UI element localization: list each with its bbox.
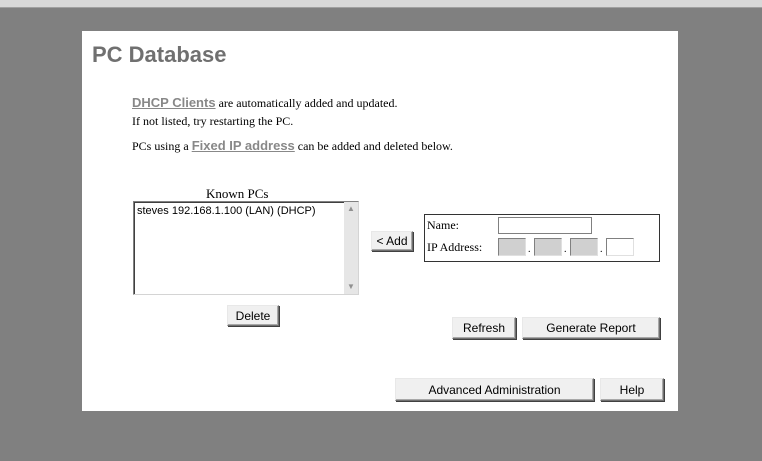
ip-octet-2-field[interactable]	[534, 238, 562, 256]
generate-report-button[interactable]: Generate Report	[522, 317, 660, 339]
refresh-button[interactable]: Refresh	[452, 317, 516, 339]
add-pc-form: Name: IP Address: . . .	[424, 214, 660, 262]
not-listed-text: If not listed, try restarting the PC.	[132, 114, 294, 128]
name-label: Name:	[427, 218, 459, 232]
ip-dot: .	[600, 244, 603, 255]
dhcp-info-text: are automatically added and updated.	[215, 96, 398, 110]
fixed-ip-address-link[interactable]: Fixed IP address	[192, 138, 295, 153]
list-item[interactable]: steves 192.168.1.100 (LAN) (DHCP)	[137, 205, 316, 217]
delete-button[interactable]: Delete	[227, 305, 279, 326]
ip-dot: .	[528, 244, 531, 255]
fixed-ip-suffix: can be added and deleted below.	[294, 139, 453, 153]
page-title: PC Database	[92, 42, 227, 67]
name-field[interactable]	[498, 217, 592, 234]
fixed-ip-line: PCs using a Fixed IP address can be adde…	[132, 138, 453, 154]
known-pcs-label: Known PCs	[206, 186, 269, 201]
scroll-down-icon[interactable]: ▼	[345, 281, 357, 293]
dhcp-clients-link[interactable]: DHCP Clients	[132, 95, 216, 110]
ip-dot: .	[564, 244, 567, 255]
dhcp-info-line: DHCP Clients are automatically added and…	[132, 95, 397, 111]
browser-toolbar-strip	[0, 0, 762, 8]
listbox-scrollbar[interactable]: ▲ ▼	[344, 202, 358, 294]
known-pcs-listbox[interactable]: steves 192.168.1.100 (LAN) (DHCP) ▲ ▼	[133, 201, 359, 295]
scroll-up-icon[interactable]: ▲	[345, 203, 357, 215]
ip-octet-3-field[interactable]	[570, 238, 598, 256]
add-button[interactable]: < Add	[371, 231, 413, 251]
ip-octet-4-field[interactable]	[606, 238, 634, 256]
help-button[interactable]: Help	[600, 378, 664, 401]
ip-octet-1-field[interactable]	[498, 238, 526, 256]
ip-address-label: IP Address:	[427, 240, 483, 254]
advanced-administration-button[interactable]: Advanced Administration	[395, 378, 594, 401]
pc-database-panel: PC Database DHCP Clients are automatical…	[82, 31, 678, 411]
fixed-ip-prefix: PCs using a	[132, 139, 192, 153]
